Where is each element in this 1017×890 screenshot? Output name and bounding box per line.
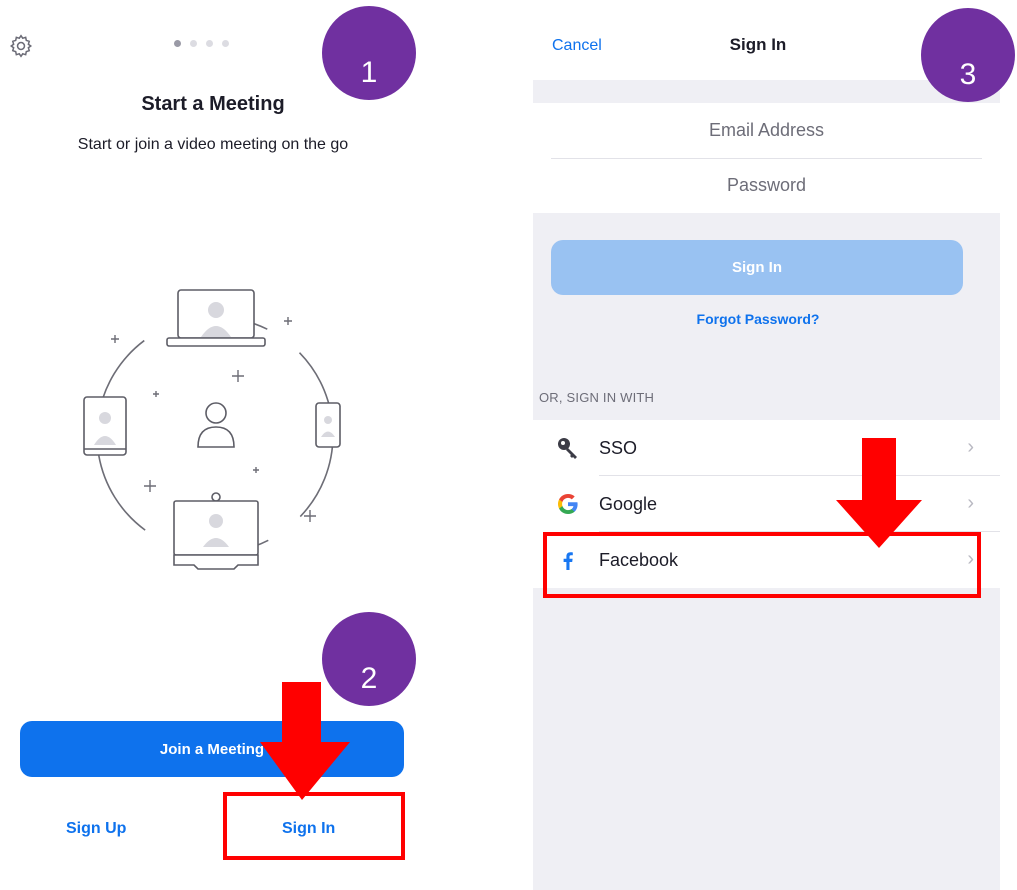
sign-in-highlight-box [223, 792, 405, 860]
provider-sso[interactable]: SSO › [533, 420, 1000, 476]
chevron-right-icon: › [967, 436, 974, 458]
meeting-illustration [70, 285, 360, 585]
key-icon [553, 433, 583, 463]
forgot-password-link[interactable]: Forgot Password? [533, 311, 983, 327]
chevron-right-icon: › [967, 492, 974, 514]
password-field[interactable]: Password [551, 158, 982, 213]
page-subtitle: Start or join a video meeting on the go [77, 136, 349, 153]
start-screen: Start a Meeting Start or join a video me… [0, 0, 430, 890]
page-dot-active [174, 40, 181, 47]
google-icon [553, 489, 583, 519]
email-field[interactable]: Email Address [551, 103, 982, 159]
page-dot [190, 40, 197, 47]
provider-label: Google [599, 493, 658, 514]
provider-google[interactable]: Google › [533, 476, 1000, 532]
arrow-down-icon [260, 682, 350, 800]
provider-label: SSO [599, 437, 638, 458]
sign-up-link[interactable]: Sign Up [66, 820, 126, 838]
gear-icon[interactable] [8, 33, 34, 59]
page-dot [222, 40, 229, 47]
page-dot [206, 40, 213, 47]
sign-in-button[interactable]: Sign In [551, 240, 963, 295]
arrow-down-icon [836, 438, 922, 548]
step-badge-3: 3 [921, 8, 1015, 102]
screen-title: Sign In [729, 35, 787, 54]
sign-in-screen: Cancel Sign In Email Address Password Si… [533, 0, 1000, 890]
step-badge-1: 1 [322, 6, 416, 100]
alternate-signin-label: OR, SIGN IN WITH [539, 390, 655, 405]
page-indicator [174, 40, 229, 47]
credentials-form: Email Address Password [533, 103, 1000, 213]
